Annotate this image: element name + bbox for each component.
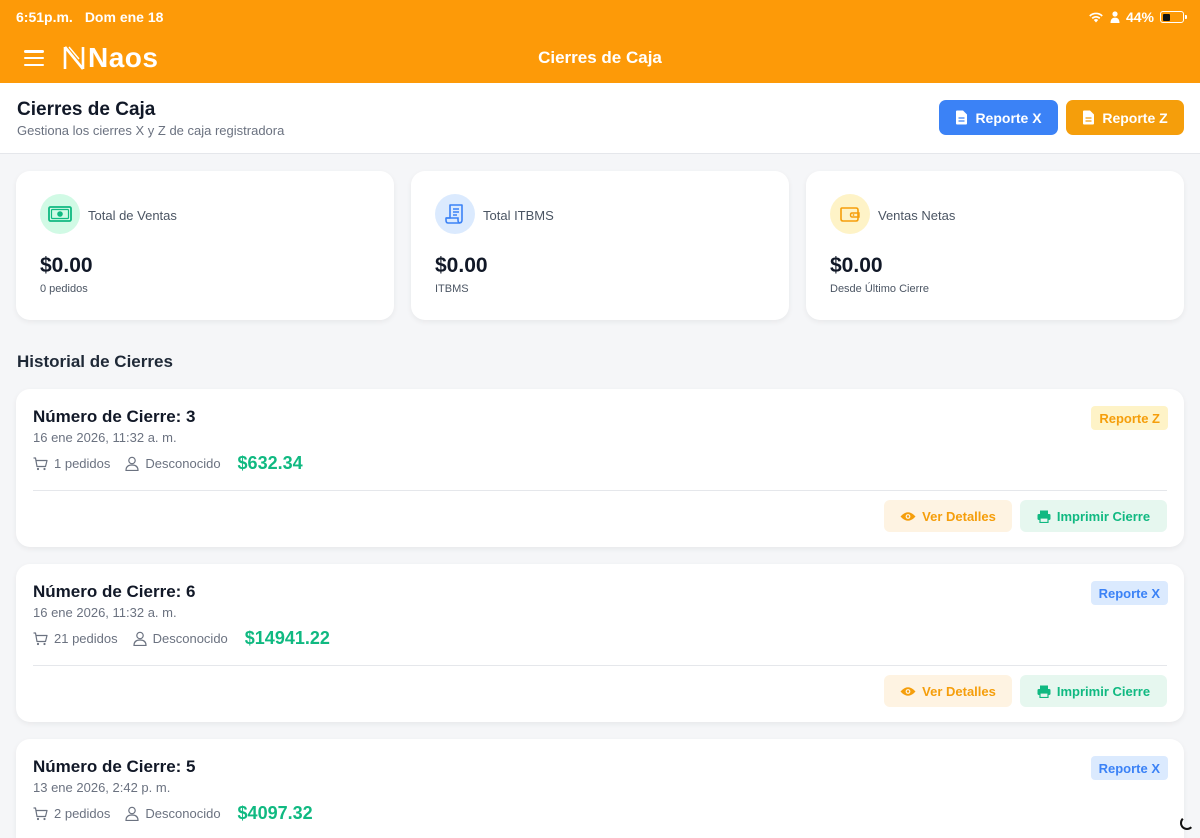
- printer-icon: [1037, 685, 1051, 698]
- closure-meta: 21 pedidos Desconocido $14941.22: [33, 628, 330, 649]
- eye-icon: [900, 686, 916, 696]
- closure-user: Desconocido: [125, 456, 221, 471]
- person-icon: [1110, 11, 1120, 23]
- closure-user: Desconocido: [133, 631, 228, 646]
- page-header: Cierres de Caja Gestiona los cierres X y…: [0, 83, 1200, 154]
- money-icon: [40, 194, 80, 234]
- history-title: Historial de Cierres: [17, 352, 173, 371]
- closure-date: 13 ene 2026, 2:42 p. m.: [33, 780, 171, 795]
- status-time: 6:51p.m.: [16, 9, 73, 25]
- top-bar: 6:51p.m. Dom ene 18 44% Naos Cierres de …: [0, 0, 1200, 83]
- orders-count: 21 pedidos: [33, 631, 118, 646]
- print-closure-button[interactable]: Imprimir Cierre: [1020, 500, 1167, 532]
- orders-count: 2 pedidos: [33, 806, 110, 821]
- summary-label: Total ITBMS: [483, 208, 554, 223]
- divider: [33, 490, 1167, 491]
- eye-icon: [900, 511, 916, 521]
- summary-card-total-sales: Total de Ventas $0.00 0 pedidos: [16, 171, 394, 320]
- summary-value: $0.00: [40, 254, 93, 277]
- status-bar: 6:51p.m. Dom ene 18 44%: [16, 8, 1187, 26]
- closure-number: Número de Cierre: 6: [33, 582, 196, 601]
- page-title: Cierres de Caja: [17, 99, 156, 120]
- view-details-button[interactable]: Ver Detalles: [884, 675, 1012, 707]
- closure-user: Desconocido: [125, 806, 221, 821]
- user-icon: [133, 631, 147, 646]
- wifi-icon: [1089, 12, 1103, 23]
- receipt-icon: [435, 194, 475, 234]
- summary-label: Ventas Netas: [878, 208, 956, 223]
- page-subtitle: Gestiona los cierres X y Z de caja regis…: [17, 123, 285, 138]
- orders-count: 1 pedidos: [33, 456, 110, 471]
- summary-value: $0.00: [435, 254, 488, 277]
- report-x-button[interactable]: Reporte X: [939, 100, 1058, 135]
- cart-icon: [33, 631, 48, 645]
- report-z-button[interactable]: Reporte Z: [1066, 100, 1184, 135]
- summary-card-net-sales: Ventas Netas $0.00 Desde Último Cierre: [806, 171, 1184, 320]
- summary-label: Total de Ventas: [88, 208, 177, 223]
- report-type-badge: Reporte X: [1090, 581, 1168, 605]
- summary-sub: Desde Último Cierre: [830, 283, 930, 295]
- status-right: 44%: [1088, 9, 1187, 25]
- report-z-label: Reporte Z: [1102, 109, 1168, 126]
- closure-card: Número de Cierre: 6 16 ene 2026, 11:32 a…: [16, 564, 1184, 722]
- report-type-badge: Reporte X: [1090, 756, 1168, 780]
- closure-card: Número de Cierre: 5 13 ene 2026, 2:42 p.…: [16, 739, 1184, 838]
- loading-spinner-icon: [1180, 816, 1194, 830]
- view-details-button[interactable]: Ver Detalles: [884, 500, 1012, 532]
- printer-icon: [1037, 510, 1051, 523]
- closure-amount: $4097.32: [237, 803, 313, 823]
- wallet-icon: [830, 194, 870, 234]
- summary-sub: 0 pedidos: [40, 283, 88, 295]
- user-icon: [125, 456, 139, 471]
- closure-date: 16 ene 2026, 11:32 a. m.: [33, 605, 177, 620]
- report-x-label: Reporte X: [975, 109, 1042, 126]
- closure-number: Número de Cierre: 5: [33, 757, 196, 776]
- document-icon: [956, 110, 968, 125]
- user-icon: [125, 806, 139, 821]
- status-date: Dom ene 18: [84, 9, 164, 25]
- closure-date: 16 ene 2026, 11:32 a. m.: [33, 430, 177, 445]
- print-closure-button[interactable]: Imprimir Cierre: [1020, 675, 1167, 707]
- closure-amount: $632.34: [237, 453, 303, 473]
- document-icon: [1083, 110, 1095, 125]
- nav-bar: Naos Cierres de Caja: [0, 38, 1200, 76]
- summary-value: $0.00: [830, 254, 883, 277]
- battery-icon: [1160, 11, 1187, 23]
- closure-meta: 2 pedidos Desconocido $4097.32: [33, 803, 313, 824]
- summary-sub: ITBMS: [435, 283, 469, 295]
- closure-number: Número de Cierre: 3: [33, 407, 196, 426]
- report-type-badge: Reporte Z: [1091, 406, 1168, 430]
- nav-title: Cierres de Caja: [538, 48, 662, 67]
- cart-icon: [33, 806, 48, 820]
- cart-icon: [33, 456, 48, 470]
- battery-percent: 44%: [1125, 9, 1154, 25]
- summary-card-total-itbms: Total ITBMS $0.00 ITBMS: [411, 171, 789, 320]
- divider: [33, 665, 1167, 666]
- closure-amount: $14941.22: [244, 628, 330, 648]
- closure-meta: 1 pedidos Desconocido $632.34: [33, 453, 303, 474]
- closure-card: Número de Cierre: 3 16 ene 2026, 11:32 a…: [16, 389, 1184, 547]
